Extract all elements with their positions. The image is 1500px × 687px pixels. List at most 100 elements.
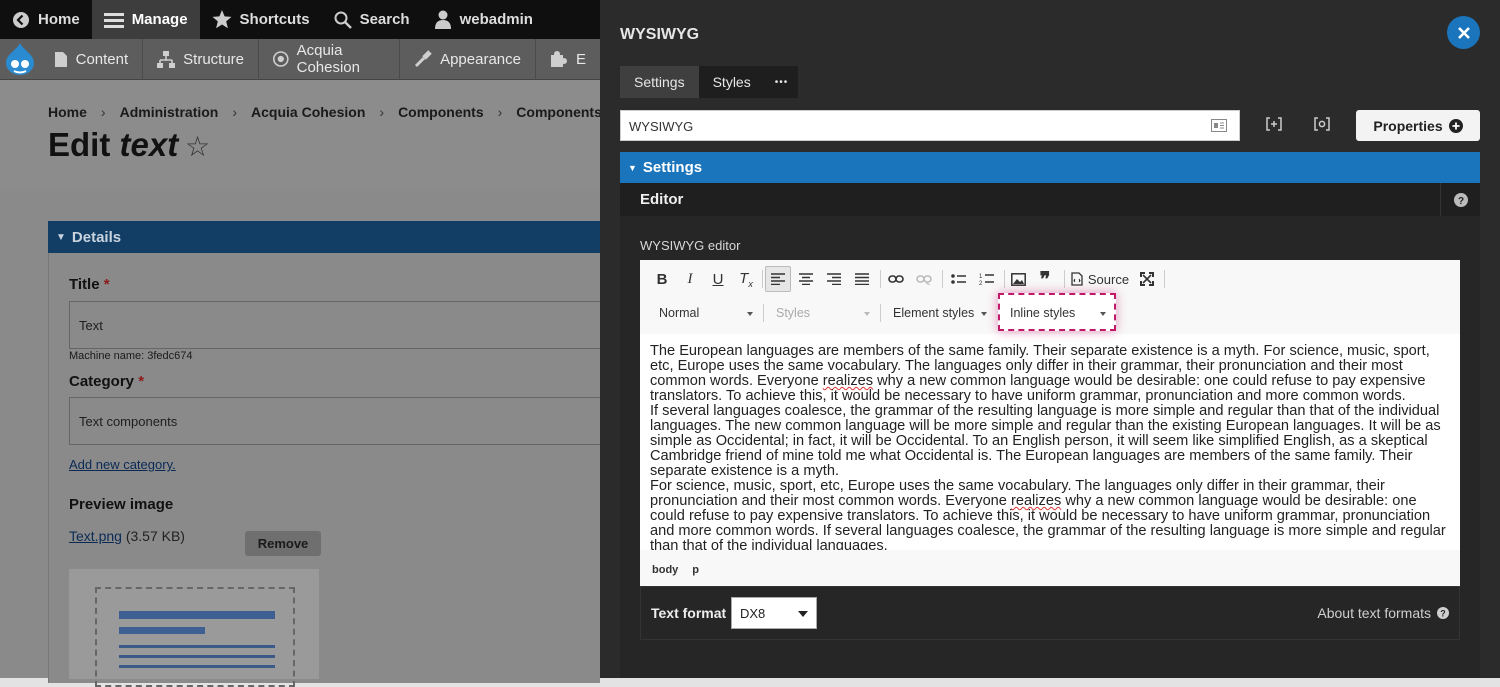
- remove-button[interactable]: Remove: [245, 531, 321, 556]
- triangle-down-icon: ▼: [628, 162, 637, 173]
- align-right-icon: [827, 273, 841, 285]
- toolbar-manage[interactable]: Manage: [91, 0, 200, 39]
- help-icon: ?: [1437, 607, 1449, 619]
- paintbrush-icon: [415, 50, 432, 68]
- align-left-icon: [771, 273, 785, 285]
- element-name-input[interactable]: WYSIWYG: [620, 110, 1240, 141]
- format-combo-value: Normal: [659, 306, 700, 320]
- breadcrumb-separator: ›: [100, 104, 106, 120]
- styles-combo[interactable]: Styles: [776, 301, 874, 325]
- path-item-p[interactable]: p: [692, 564, 699, 576]
- tray-extend[interactable]: E: [536, 39, 600, 80]
- shortcut-star-icon[interactable]: ☆: [185, 130, 210, 163]
- required-marker: *: [138, 373, 145, 390]
- breadcrumb-separator: ›: [232, 104, 238, 120]
- category-select[interactable]: Text components: [69, 397, 609, 445]
- numbered-list-icon: 12: [979, 274, 994, 286]
- remove-format-button[interactable]: Tx: [733, 266, 759, 292]
- toolbar-separator: [880, 304, 881, 322]
- toolbar-search-label: Search: [359, 11, 410, 28]
- toolbar-shortcuts[interactable]: Shortcuts: [200, 0, 322, 39]
- details-label: Details: [71, 228, 122, 246]
- link-icon: [888, 275, 904, 283]
- preview-line: [119, 645, 275, 648]
- plus-circle-icon: [1448, 118, 1463, 133]
- blockquote-button[interactable]: ❞: [1032, 266, 1058, 292]
- format-combo[interactable]: Normal: [659, 301, 757, 325]
- maximize-button[interactable]: [1134, 266, 1160, 292]
- bold-button[interactable]: B: [649, 266, 675, 292]
- image-icon: [1010, 272, 1026, 286]
- details-summary[interactable]: ▼ Details: [48, 221, 600, 253]
- close-button[interactable]: [1447, 16, 1480, 49]
- page-title: Edit text: [48, 126, 178, 164]
- text-format-value: DX8: [740, 606, 766, 621]
- title-input[interactable]: Text: [69, 301, 609, 349]
- search-icon: [334, 11, 352, 29]
- properties-button[interactable]: Properties: [1356, 110, 1480, 141]
- preview-line: [119, 627, 205, 634]
- toolbar-separator: [763, 304, 764, 322]
- breadcrumb-item[interactable]: Components: [398, 104, 484, 120]
- tab-styles[interactable]: Styles: [699, 66, 765, 98]
- numbered-list-button[interactable]: 12: [973, 266, 999, 292]
- element-styles-combo[interactable]: Element styles: [893, 301, 991, 325]
- expand-bracket-icon[interactable]: [1266, 116, 1282, 132]
- toolbar-home[interactable]: Home: [0, 0, 92, 39]
- target-bracket-icon[interactable]: [1314, 116, 1330, 132]
- about-text-formats-link[interactable]: About text formats ?: [1317, 605, 1449, 621]
- inline-styles-combo[interactable]: Inline styles: [1010, 301, 1110, 325]
- drupal-logo[interactable]: [0, 39, 40, 80]
- wysiwyg-settings-modal: WYSIWYG Settings Styles ••• WYSIWYG Prop…: [600, 0, 1500, 678]
- path-item-body[interactable]: body: [652, 564, 678, 576]
- tray-cohesion[interactable]: Acquia Cohesion: [259, 38, 401, 80]
- dropdown-arrow-icon: [981, 312, 987, 316]
- settings-section-toggle[interactable]: ▼ Settings: [620, 152, 1480, 183]
- required-marker: *: [103, 276, 110, 293]
- breadcrumb-separator: ›: [379, 104, 385, 120]
- clear-format-icon: Tx: [739, 269, 753, 289]
- justify-button[interactable]: [849, 266, 875, 292]
- user-icon: [434, 10, 451, 29]
- ckeditor: B I U Tx 1 2 ❞ Source Normal Styles Elem…: [640, 260, 1460, 586]
- source-icon: [1071, 272, 1083, 286]
- add-category-link[interactable]: Add new category.: [69, 457, 176, 472]
- help-button[interactable]: ?: [1440, 183, 1480, 216]
- editor-body: WYSIWYG editor B I U Tx 1 2 ❞ Source Nor…: [620, 216, 1480, 678]
- tray-content[interactable]: Content: [40, 38, 144, 80]
- tray-appearance[interactable]: Appearance: [400, 38, 536, 80]
- svg-text:1: 1: [979, 274, 983, 280]
- page-title-prefix: Edit: [48, 126, 120, 163]
- align-left-button[interactable]: [765, 266, 791, 292]
- tray-structure[interactable]: Structure: [143, 38, 260, 80]
- misspelled-word: realizes: [822, 373, 874, 389]
- toolbar-separator: [1064, 270, 1065, 288]
- breadcrumb-item[interactable]: Administration: [120, 104, 219, 120]
- link-button[interactable]: [883, 266, 909, 292]
- italic-button[interactable]: I: [677, 266, 703, 292]
- category-label: Category *: [69, 373, 145, 390]
- toolbar-search[interactable]: Search: [322, 0, 422, 39]
- image-button[interactable]: [1005, 266, 1031, 292]
- toolbar-user[interactable]: webadmin: [422, 0, 545, 39]
- align-right-button[interactable]: [821, 266, 847, 292]
- underline-button[interactable]: U: [705, 266, 731, 292]
- align-center-button[interactable]: [793, 266, 819, 292]
- editor-content-area[interactable]: The European languages are members of th…: [640, 334, 1460, 551]
- caret-down-icon: [798, 611, 808, 617]
- breadcrumb-item[interactable]: Acquia Cohesion: [251, 104, 365, 120]
- bulleted-list-button[interactable]: [945, 266, 971, 292]
- tab-settings[interactable]: Settings: [620, 66, 699, 98]
- breadcrumb-item[interactable]: Home: [48, 104, 87, 120]
- element-styles-combo-value: Element styles: [893, 306, 975, 320]
- unlink-button[interactable]: [911, 266, 937, 292]
- breadcrumb: Home › Administration › Acquia Cohesion › C…: [48, 104, 602, 120]
- triangle-down-icon: ▼: [56, 231, 66, 243]
- more-options-button[interactable]: •••: [765, 66, 799, 98]
- breadcrumb-item[interactable]: Components: [516, 104, 602, 120]
- source-button[interactable]: Source: [1068, 266, 1132, 292]
- text-format-select[interactable]: DX8: [731, 597, 817, 629]
- structure-icon: [157, 50, 176, 68]
- file-link[interactable]: Text.png: [69, 528, 122, 544]
- justify-icon: [855, 273, 869, 285]
